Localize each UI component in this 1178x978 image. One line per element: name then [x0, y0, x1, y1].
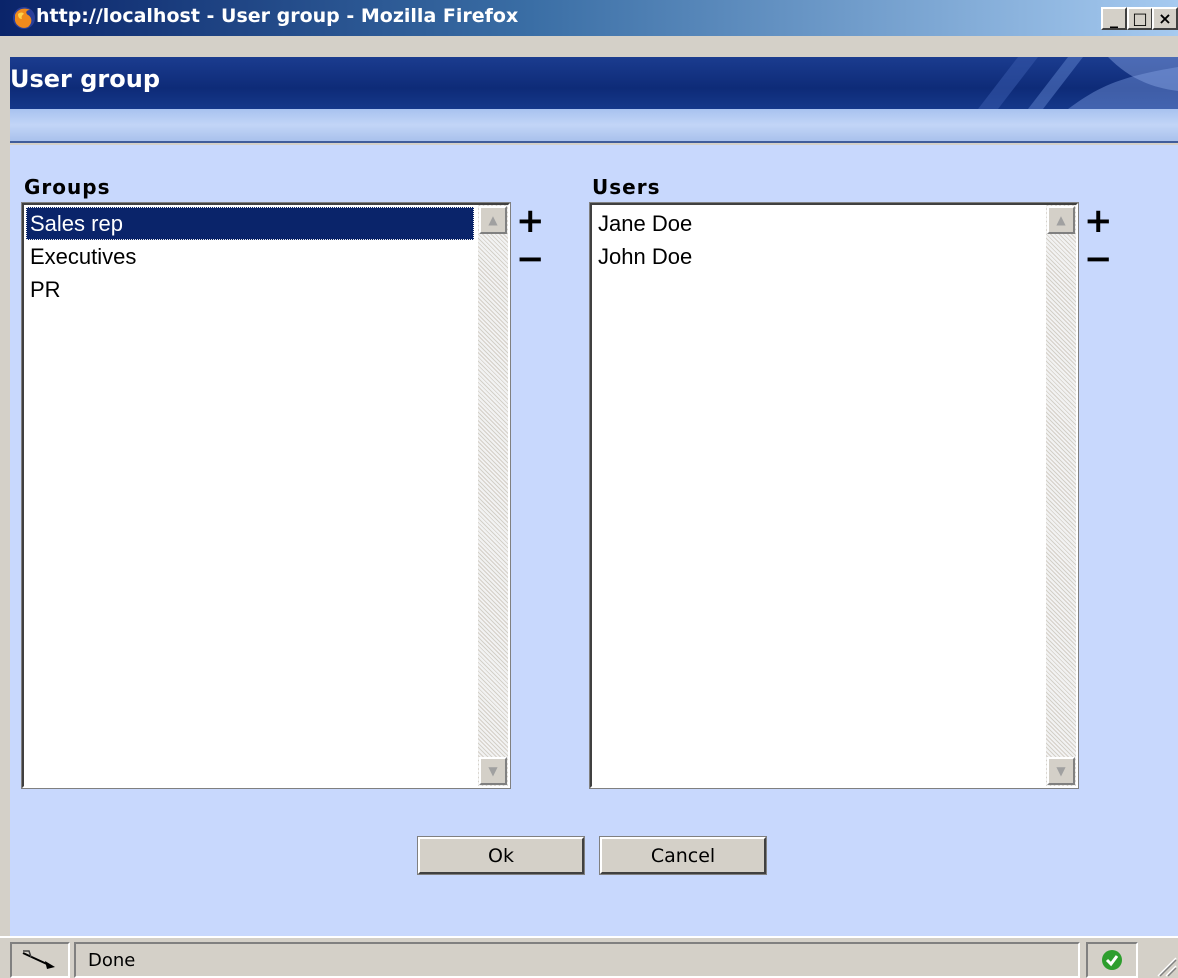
ok-button[interactable]: Ok: [417, 836, 585, 875]
minimize-button[interactable]: _: [1101, 7, 1127, 30]
connection-icon: [22, 950, 55, 969]
scroll-down-icon[interactable]: ▼: [479, 757, 507, 785]
remove-user-button[interactable]: −: [1084, 242, 1113, 276]
window-title: http://localhost - User group - Mozilla …: [36, 5, 519, 27]
remove-group-button[interactable]: −: [516, 242, 545, 276]
status-text-panel: Done: [74, 942, 1080, 978]
close-button[interactable]: ×: [1152, 7, 1178, 30]
page-header: User group: [10, 57, 1178, 109]
header-decoration-icon: [978, 57, 1178, 109]
resize-grip-icon[interactable]: [1152, 952, 1178, 978]
groups-list-item[interactable]: PR: [26, 273, 474, 306]
users-list-item[interactable]: John Doe: [594, 240, 1042, 273]
maximize-button[interactable]: □: [1127, 7, 1153, 30]
scroll-down-icon[interactable]: ▼: [1047, 757, 1075, 785]
scroll-up-icon[interactable]: ▲: [479, 206, 507, 234]
cancel-button[interactable]: Cancel: [599, 836, 767, 875]
firefox-icon: [13, 7, 35, 29]
users-scrollbar[interactable]: ▲ ▼: [1046, 205, 1076, 786]
groups-list-item[interactable]: Sales rep: [26, 207, 474, 240]
groups-label: Groups: [24, 175, 111, 199]
status-bar: Done: [0, 936, 1178, 978]
scroll-up-icon[interactable]: ▲: [1047, 206, 1075, 234]
status-text: Done: [88, 950, 136, 971]
window-titlebar[interactable]: http://localhost - User group - Mozilla …: [0, 0, 1178, 36]
header-subbar: [10, 109, 1178, 143]
connection-panel: [10, 942, 70, 978]
check-icon: [1102, 950, 1122, 970]
groups-list-item[interactable]: Executives: [26, 240, 474, 273]
page-title: User group: [10, 65, 161, 93]
content-area: Groups Sales rep Executives PR ▲ ▼ + − U…: [10, 145, 1178, 936]
users-list-item[interactable]: Jane Doe: [594, 207, 1042, 240]
users-label: Users: [592, 175, 661, 199]
users-list: Jane Doe John Doe: [594, 207, 1042, 273]
users-listbox[interactable]: Jane Doe John Doe ▲ ▼: [589, 202, 1079, 789]
add-group-button[interactable]: +: [516, 204, 545, 238]
add-user-button[interactable]: +: [1084, 204, 1113, 238]
security-panel[interactable]: [1086, 942, 1138, 978]
groups-listbox[interactable]: Sales rep Executives PR ▲ ▼: [21, 202, 511, 789]
groups-list: Sales rep Executives PR: [26, 207, 474, 306]
groups-scrollbar[interactable]: ▲ ▼: [478, 205, 508, 786]
